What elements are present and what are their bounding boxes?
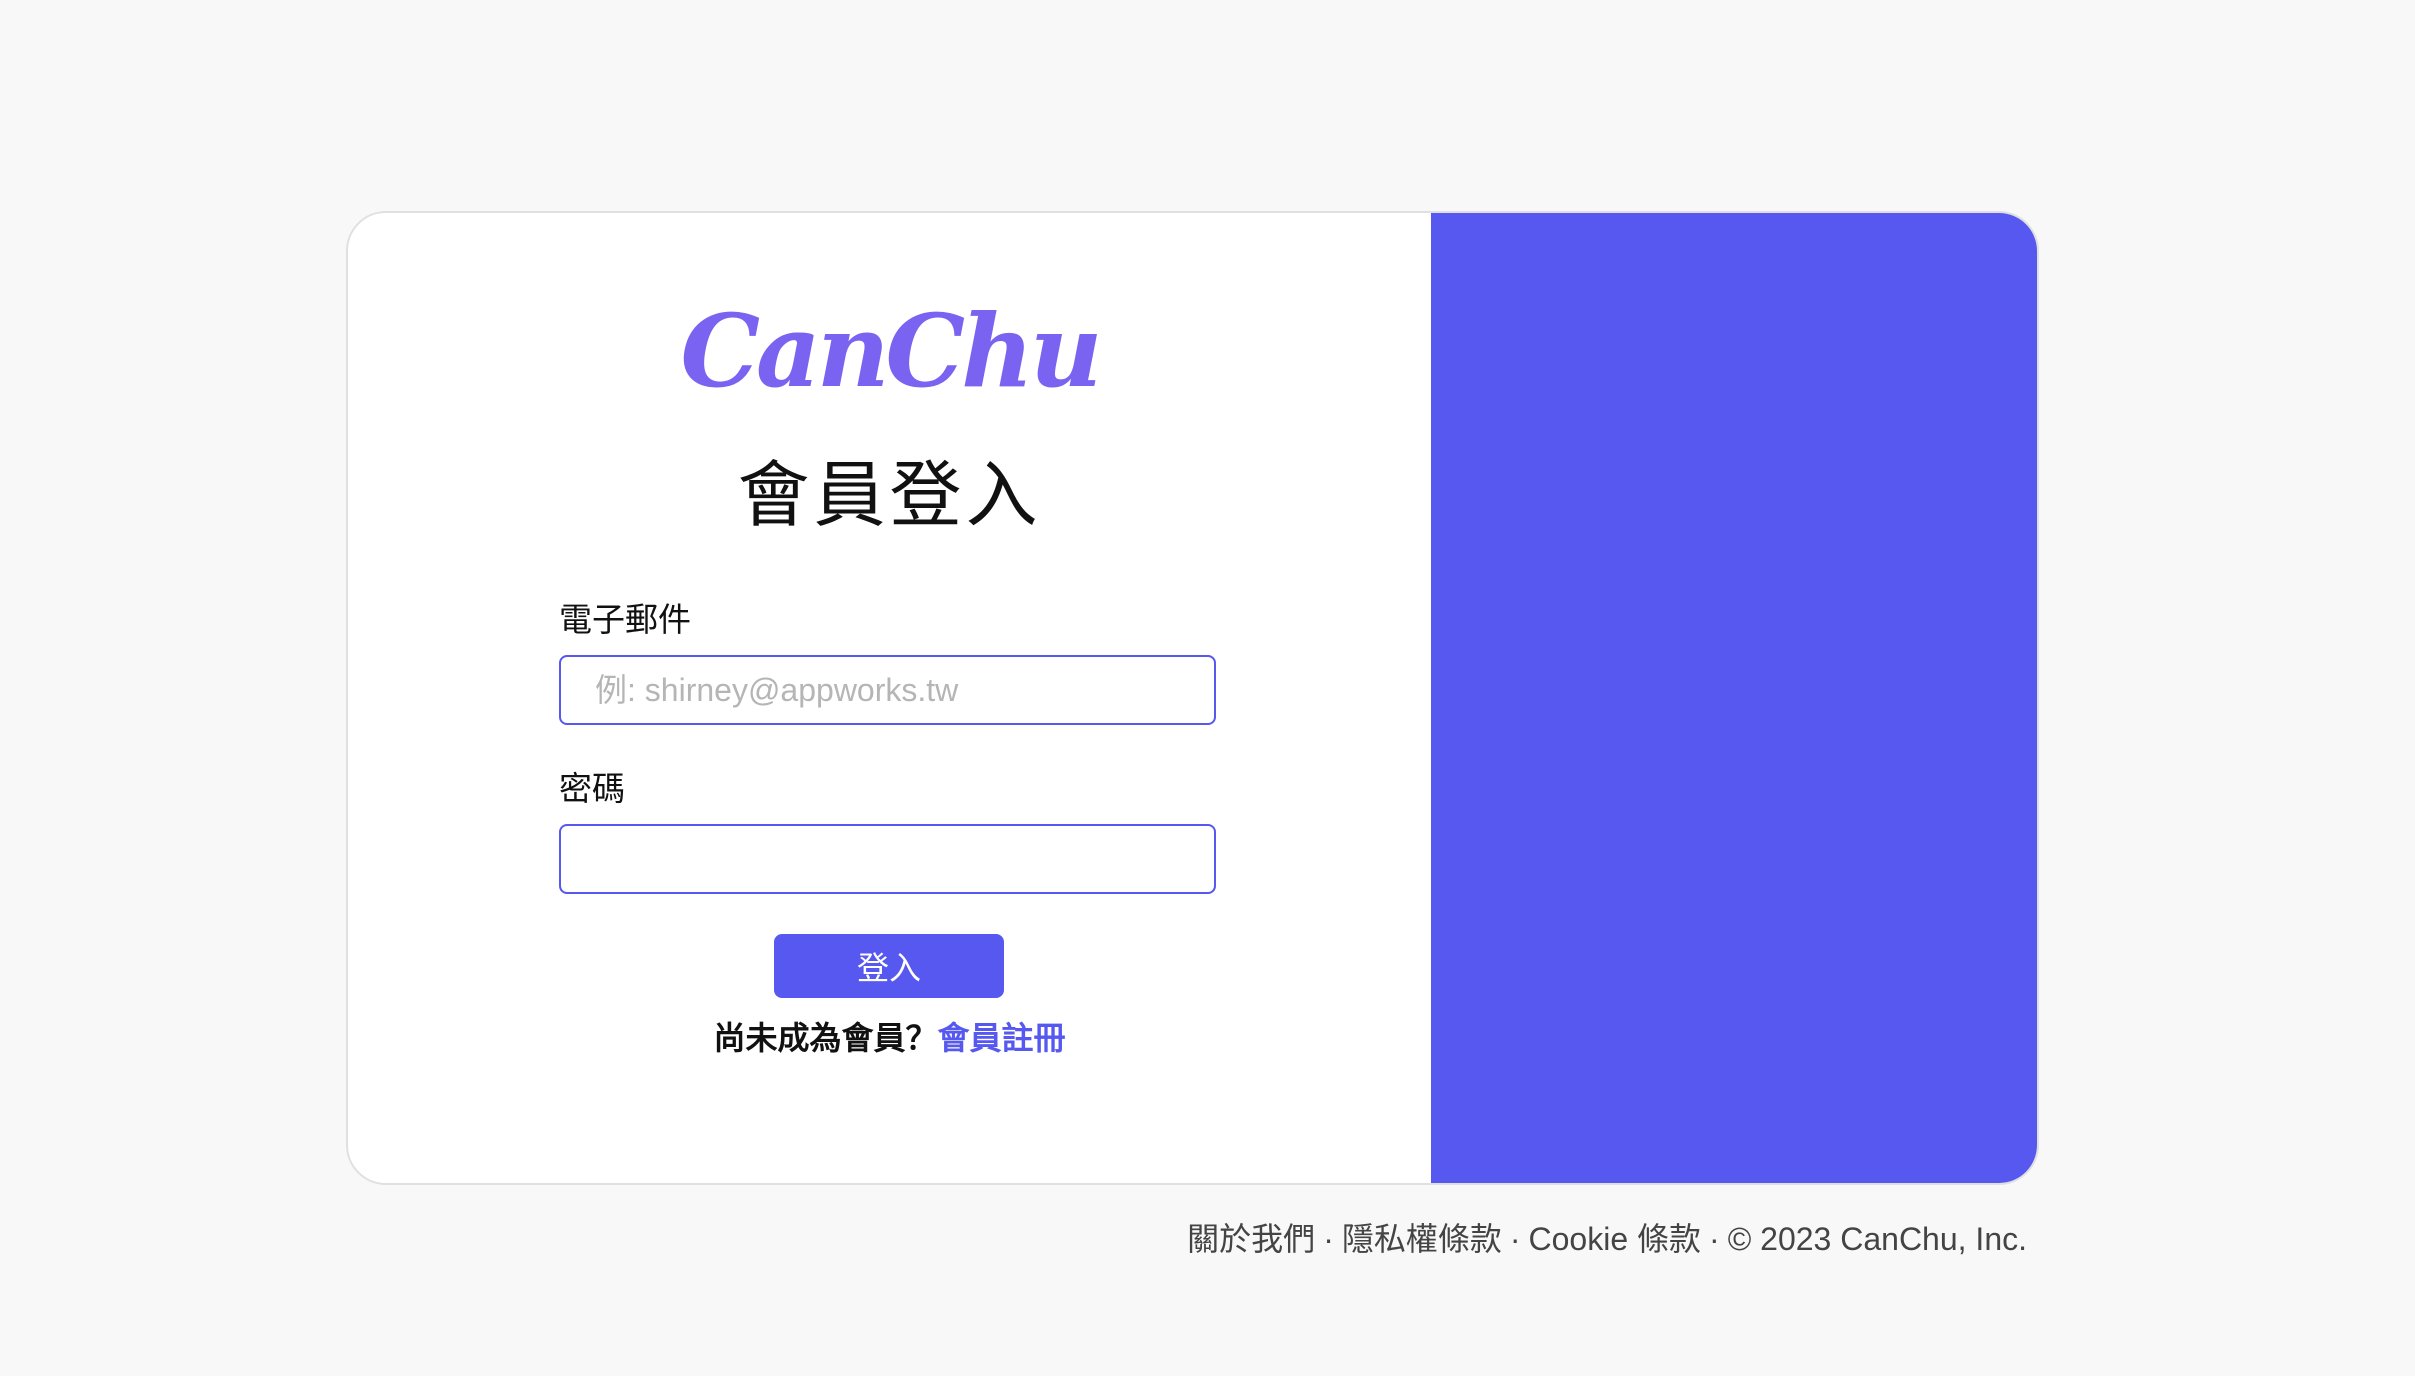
footer-separator: · [1709,1221,1720,1257]
email-field[interactable] [559,655,1216,725]
footer: 關於我們 · 隱私權條款 · Cookie 條款 · © 2023 CanChu, Inc. [1187,1214,2027,1260]
brand-logo: CanChu [680,292,1102,410]
signup-prompt-line: 尚未成為會員？會員註冊 [348,1019,1431,1057]
password-field[interactable] [559,824,1216,894]
footer-about-link[interactable]: 關於我們 [1187,1221,1315,1257]
email-label: 電子郵件 [559,600,691,639]
signup-link[interactable]: 會員註冊 [938,1019,1066,1057]
decorative-panel [1431,213,2037,1183]
signup-prompt-text: 尚未成為會員？ [713,1019,938,1057]
footer-separator: · [1509,1221,1521,1257]
login-form-pane: CanChu 會員登入 電子郵件 密碼 登入 尚未成為會員？會員註冊 [348,213,1431,1183]
login-card: CanChu 會員登入 電子郵件 密碼 登入 尚未成為會員？會員註冊 [346,211,2039,1185]
footer-privacy-link[interactable]: 隱私權條款 [1342,1221,1502,1257]
login-button[interactable]: 登入 [774,934,1004,998]
footer-cookie-link[interactable]: Cookie 條款 [1529,1221,1702,1257]
footer-copyright: © 2023 CanChu, Inc. [1727,1221,2027,1257]
footer-separator: · [1323,1221,1334,1257]
page-title: 會員登入 [737,453,1042,537]
password-label: 密碼 [559,769,625,808]
